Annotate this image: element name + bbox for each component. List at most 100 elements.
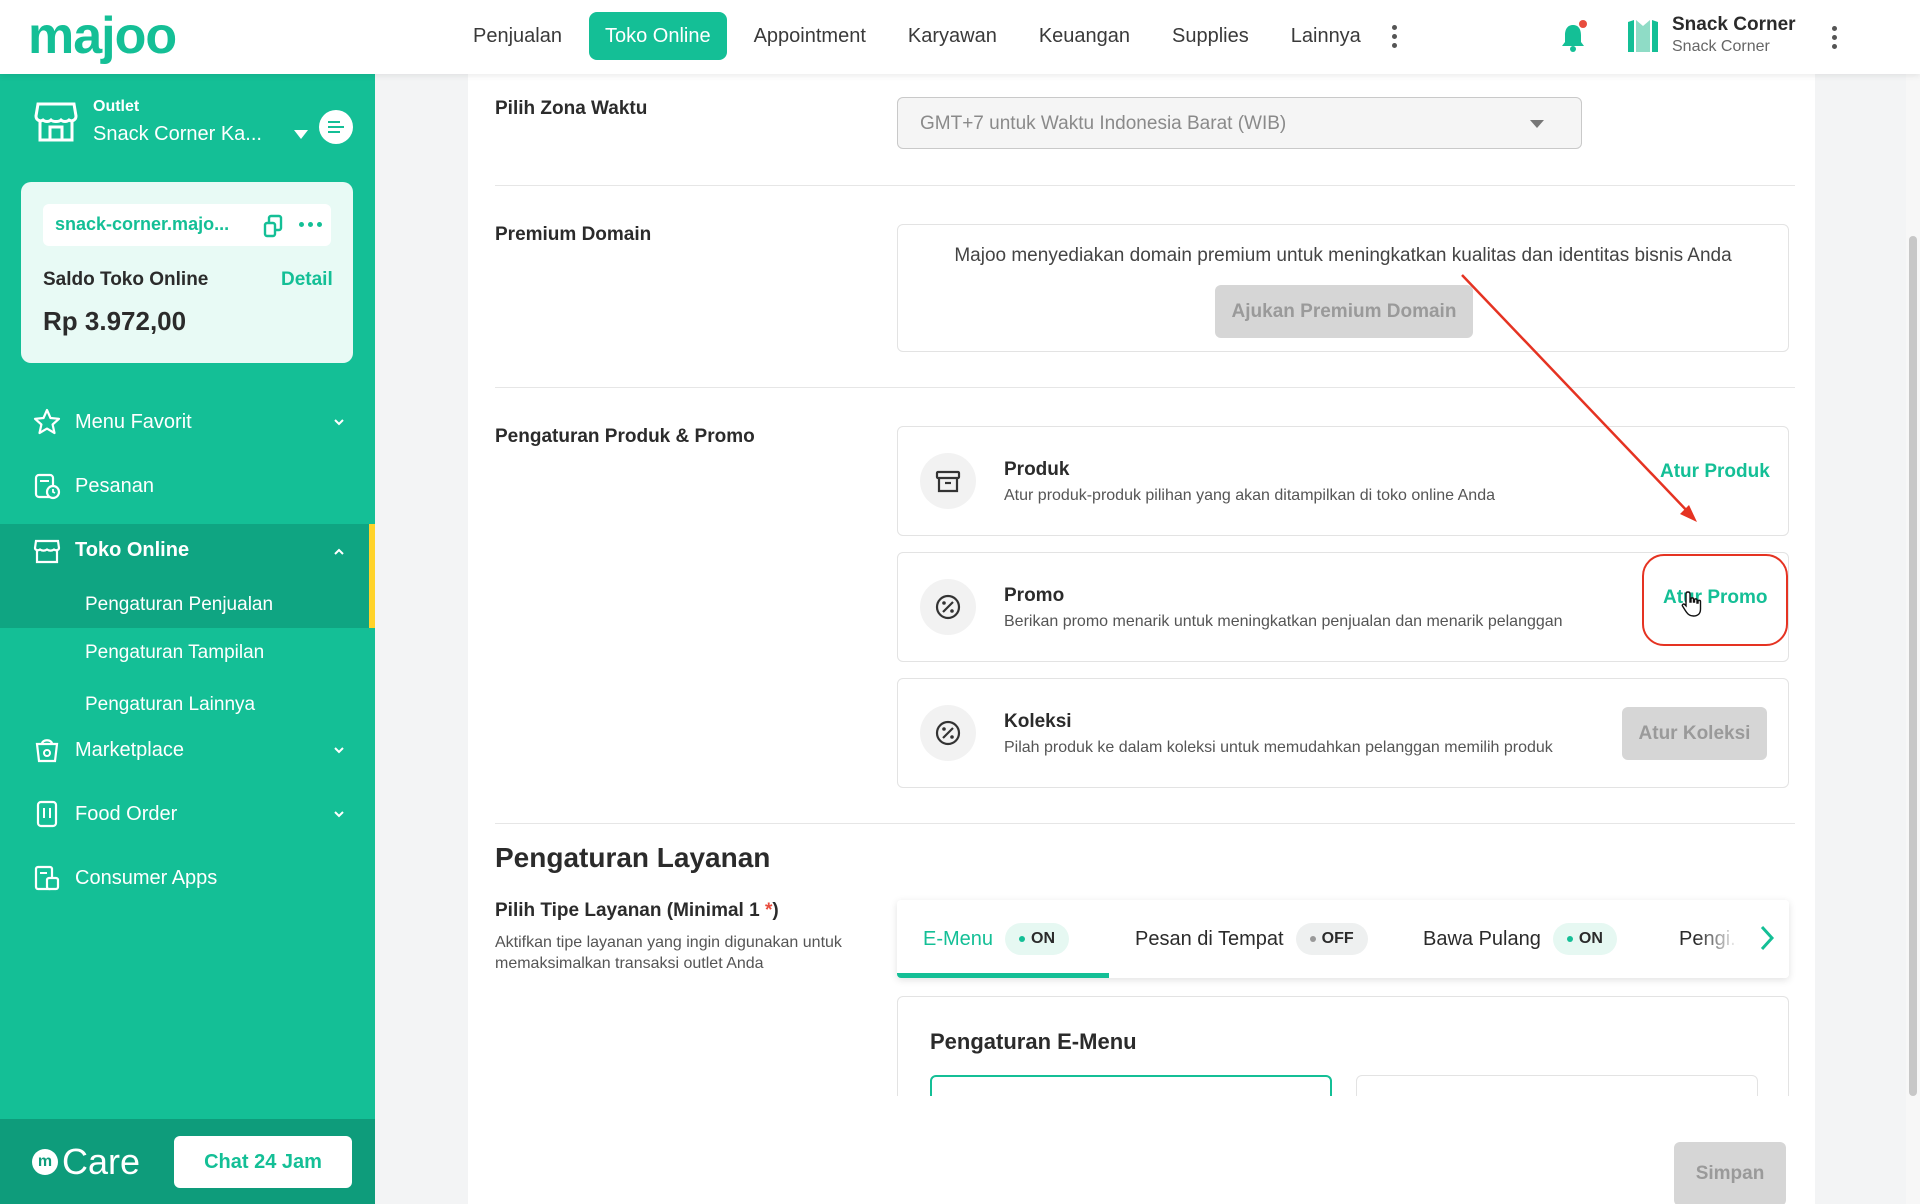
simpan-button[interactable]: Simpan [1674,1142,1786,1204]
status-badge[interactable]: OFF [1295,923,1368,955]
tab-fade [1697,900,1789,978]
timezone-label: Pilih Zona Waktu [495,98,648,119]
nav-more-kebab-icon[interactable] [1382,24,1407,48]
sidebar-item-toko-online[interactable]: Toko Online Pengaturan Penjualan [0,524,375,628]
premium-domain-box: Majoo menyediakan domain premium untuk m… [897,224,1789,352]
tab-bawa-pulang[interactable]: Bawa Pulang ON [1423,900,1617,978]
majoo-m-icon: m [32,1149,58,1175]
chevron-down-icon [334,811,344,818]
sidebar-item-label: Marketplace [75,738,184,761]
sidebar-item-food-order[interactable]: Food Order [0,788,375,840]
tab-label: Pesan di Tempat [1135,927,1284,950]
outlet-store-icon [34,102,78,142]
avatar[interactable] [1624,16,1662,56]
archive-box-icon [935,470,961,493]
copy-icon[interactable] [262,214,284,238]
outlet-selector[interactable]: Snack Corner Ka... [93,123,262,146]
hand-cursor-icon [1681,591,1702,617]
koleksi-description: Pilah produk ke dalam koleksi untuk memu… [1004,739,1553,756]
nav-karyawan[interactable]: Karyawan [887,12,1018,60]
layanan-type-label-text: Pilih Tipe Layanan (Minimal 1 [495,900,760,921]
consumer-apps-icon [34,865,60,891]
saldo-detail-link[interactable]: Detail [281,269,333,291]
top-bar: majoo Penjualan Toko Online Appointment … [0,0,1920,74]
premium-domain-label: Premium Domain [495,224,652,245]
sidebar-subitem-pengaturan-penjualan[interactable]: Pengaturan Penjualan [85,594,273,616]
produk-title: Produk [1004,459,1070,480]
koleksi-card: Koleksi Pilah produk ke dalam koleksi un… [897,678,1789,788]
layanan-type-label-close: ) [772,900,779,921]
emenu-settings-box: Pengaturan E-Menu [897,996,1789,1106]
store-url-box: snack-corner.majo... [43,204,331,246]
sidebar-item-pesanan[interactable]: Pesanan [0,460,375,512]
chevron-down-icon [334,747,344,754]
promo-icon-wrap [920,579,976,635]
ajukan-premium-domain-button[interactable]: Ajukan Premium Domain [1215,285,1473,338]
saldo-label: Saldo Toko Online [43,269,209,290]
sidebar-item-consumer-apps[interactable]: Consumer Apps [0,852,375,904]
tab-pesan-di-tempat[interactable]: Pesan di Tempat OFF [1135,900,1368,978]
chevron-up-icon [334,548,344,555]
caret-down-icon [1530,120,1544,128]
sidebar-item-label: Consumer Apps [75,866,218,889]
service-type-tabs: E-Menu ON Pesan di Tempat OFF Bawa Pulan… [897,900,1789,978]
chat-24-jam-button[interactable]: Chat 24 Jam [174,1136,352,1188]
active-tab-underline [897,973,1109,978]
sidebar: Outlet Snack Corner Ka... snack-corner.m… [0,74,375,1204]
store-url-link[interactable]: snack-corner.majo... [55,214,229,235]
divider [495,823,1795,824]
store-card: snack-corner.majo... Saldo Toko Online D… [21,182,353,363]
sidebar-subitem-pengaturan-lainnya[interactable]: Pengaturan Lainnya [85,694,255,716]
emenu-settings-title: Pengaturan E-Menu [930,1029,1137,1054]
chevron-down-icon [334,419,344,426]
nav-keuangan[interactable]: Keuangan [1018,12,1151,60]
promo-description: Berikan promo menarik untuk meningkatkan… [1004,613,1563,630]
produk-description: Atur produk-produk pilihan yang akan dit… [1004,487,1495,504]
nav-supplies[interactable]: Supplies [1151,12,1270,60]
star-icon [33,408,61,435]
majoo-logo[interactable]: majoo [28,6,177,66]
notification-dot [1579,20,1587,28]
tab-label: Bawa Pulang [1423,927,1541,950]
sidebar-item-label: Food Order [75,802,178,825]
chevron-right-icon[interactable] [1759,924,1775,952]
sidebar-item-menu-favorit[interactable]: Menu Favorit [0,396,375,448]
url-more-icon[interactable] [299,222,322,227]
status-badge[interactable]: ON [1552,923,1617,955]
user-name[interactable]: Snack Corner [1672,14,1796,36]
produk-card: Produk Atur produk-produk pilihan yang a… [897,426,1789,536]
divider [495,387,1795,388]
layanan-type-description: Aktifkan tipe layanan yang ingin digunak… [495,934,842,972]
timezone-value: GMT+7 untuk Waktu Indonesia Barat (WIB) [920,113,1287,134]
tab-e-menu[interactable]: E-Menu ON [923,900,1070,978]
nav-appointment[interactable]: Appointment [733,12,887,60]
nav-lainnya[interactable]: Lainnya [1270,12,1382,60]
nav-penjualan[interactable]: Penjualan [452,12,583,60]
product-promo-label: Pengaturan Produk & Promo [495,426,755,447]
order-icon [34,473,61,500]
save-bar: Simpan [468,1096,1815,1204]
tab-label: E-Menu [923,927,994,950]
divider [495,185,1795,186]
status-badge[interactable]: ON [1005,923,1070,955]
user-menu-kebab-icon[interactable] [1822,26,1847,49]
care-logo: m Care [32,1141,140,1183]
sidebar-item-marketplace[interactable]: Marketplace [0,724,375,776]
scrollbar-thumb[interactable] [1909,236,1917,1096]
premium-domain-description: Majoo menyediakan domain premium untuk m… [954,245,1732,266]
sidebar-subitem-pengaturan-tampilan[interactable]: Pengaturan Tampilan [85,642,264,664]
layanan-section-title: Pengaturan Layanan [495,842,771,873]
sidebar-toggle-button[interactable] [319,110,353,144]
care-bar: m Care Chat 24 Jam [0,1119,375,1204]
atur-koleksi-button[interactable]: Atur Koleksi [1622,707,1767,760]
active-indicator [369,524,375,628]
atur-produk-link[interactable]: Atur Produk [1660,461,1770,483]
caret-down-icon[interactable] [294,130,308,139]
koleksi-icon-wrap [920,705,976,761]
saldo-value: Rp 3.972,00 [43,306,187,336]
timezone-select[interactable]: GMT+7 untuk Waktu Indonesia Barat (WIB) [897,97,1582,149]
annotation-circle [1642,554,1788,646]
menu-lines-icon [328,121,344,133]
nav-toko-online[interactable]: Toko Online [588,12,727,60]
sidebar-item-label: Menu Favorit [75,410,192,433]
